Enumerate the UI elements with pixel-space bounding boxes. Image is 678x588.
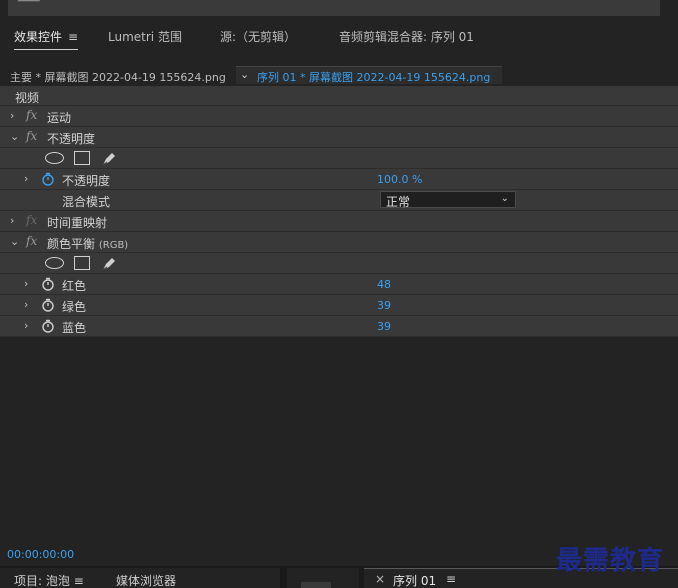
param-row-blue[interactable]: › 蓝色 39 — [0, 316, 678, 337]
upper-panel-icon: ▀▀ — [18, 0, 40, 10]
param-label-red: 红色 — [62, 279, 87, 293]
active-tab-underline — [14, 49, 79, 50]
sequence-clip-label: 序列 01 * 屏幕截图 2022-04-19 155624.png — [257, 71, 491, 84]
chevron-down-icon[interactable]: ⌄ — [10, 235, 19, 248]
effect-row-time-remap[interactable]: › fx 时间重映射 — [0, 211, 678, 232]
effect-label-opacity: 不透明度 — [47, 132, 96, 146]
master-clip-label[interactable]: 主要 * 屏幕截图 2022-04-19 155624.png — [10, 69, 226, 85]
chevron-right-icon[interactable]: › — [10, 214, 14, 227]
tab-menu-icon[interactable]: ≡ — [68, 30, 78, 44]
stopwatch-icon[interactable] — [41, 172, 55, 186]
stopwatch-icon[interactable] — [41, 277, 55, 291]
tab-project[interactable]: 项目: 泡泡 ≡ — [14, 572, 84, 588]
video-section-label: 视频 — [15, 91, 40, 105]
fx-toggle-icon[interactable]: fx — [26, 108, 37, 122]
color-balance-name: 颜色平衡 — [47, 237, 96, 251]
pen-mask-icon[interactable] — [100, 255, 118, 273]
effect-row-opacity[interactable]: ⌄ fx 不透明度 — [0, 127, 678, 148]
effect-label-color-balance: 颜色平衡 (RGB) — [47, 235, 128, 252]
tab-project-label: 项目: 泡泡 — [14, 574, 70, 588]
tab-media-browser[interactable]: 媒体浏览器 — [116, 572, 176, 588]
chevron-down-icon[interactable]: ⌄ — [240, 68, 249, 81]
upper-panel — [8, 0, 660, 16]
blend-mode-select[interactable]: 正常 ⌄ — [380, 191, 516, 209]
param-label-opacity: 不透明度 — [62, 174, 111, 188]
blend-mode-value: 正常 — [386, 195, 411, 209]
close-icon[interactable]: × — [375, 572, 385, 586]
mask-tools-color-balance — [0, 253, 678, 274]
chevron-right-icon[interactable]: › — [24, 172, 28, 185]
tools-panel-handle — [301, 582, 331, 588]
tab-lumetri-label: Lumetri 范围 — [108, 30, 182, 44]
sequence-menu-icon[interactable]: ≡ — [446, 572, 456, 586]
tab-audio-clip-mixer[interactable]: 音频剪辑混合器: 序列 01 — [339, 28, 474, 45]
sequence-clip-tab[interactable]: ⌄ 序列 01 * 屏幕截图 2022-04-19 155624.png — [236, 66, 502, 84]
param-label-green: 绿色 — [62, 300, 87, 314]
chevron-right-icon[interactable]: › — [24, 298, 28, 311]
stopwatch-icon[interactable] — [41, 319, 55, 333]
panel-tab-bar: 效果控件 ≡ Lumetri 范围 源:（无剪辑） 音频剪辑混合器: 序列 01 — [0, 20, 678, 58]
param-label-blend-mode: 混合模式 — [62, 195, 111, 209]
color-balance-suffix: (RGB) — [98, 240, 129, 251]
tab-effect-controls-label: 效果控件 — [14, 30, 63, 44]
mask-tools-opacity — [0, 148, 678, 169]
rectangle-mask-icon[interactable] — [74, 151, 90, 165]
timecode-display[interactable]: 00:00:00:00 — [7, 548, 74, 561]
param-label-blue: 蓝色 — [62, 321, 87, 335]
upper-panel-strip: ▀▀ — [0, 0, 678, 20]
pen-mask-icon[interactable] — [100, 150, 118, 168]
watermark-logo: 最需教育 — [556, 546, 665, 576]
ellipse-mask-icon[interactable] — [45, 152, 64, 164]
fx-toggle-icon[interactable]: fx — [26, 234, 37, 248]
fx-toggle-icon[interactable]: fx — [26, 129, 37, 143]
tab-lumetri-scopes[interactable]: Lumetri 范围 — [108, 28, 182, 45]
chevron-right-icon[interactable]: › — [24, 319, 28, 332]
param-row-red[interactable]: › 红色 48 — [0, 274, 678, 295]
rectangle-mask-icon[interactable] — [74, 256, 90, 270]
tab-effect-controls[interactable]: 效果控件 ≡ — [14, 28, 79, 50]
effect-label-motion: 运动 — [47, 111, 72, 125]
chevron-down-icon[interactable]: ⌄ — [10, 130, 19, 143]
effect-row-color-balance[interactable]: ⌄ fx 颜色平衡 (RGB) — [0, 232, 678, 253]
tab-source[interactable]: 源:（无剪辑） — [220, 28, 296, 45]
tools-panel — [287, 568, 359, 588]
video-section-header: 视频 — [0, 86, 678, 106]
project-menu-icon[interactable]: ≡ — [74, 574, 84, 588]
stopwatch-icon[interactable] — [41, 298, 55, 312]
param-row-opacity[interactable]: › 不透明度 100.0 % — [0, 169, 678, 190]
effect-label-time-remap: 时间重映射 — [47, 216, 108, 230]
tab-source-label: 源:（无剪辑） — [220, 30, 297, 44]
param-row-blend-mode: 混合模式 正常 ⌄ — [0, 190, 678, 211]
param-row-green[interactable]: › 绿色 39 — [0, 295, 678, 316]
chevron-right-icon[interactable]: › — [24, 277, 28, 290]
chevron-down-icon: ⌄ — [500, 193, 509, 204]
red-value[interactable]: 48 — [377, 278, 391, 291]
fx-toggle-icon: fx — [26, 213, 38, 227]
tab-audio-mixer-label: 音频剪辑混合器: 序列 01 — [339, 30, 474, 44]
effect-row-motion[interactable]: › fx 运动 — [0, 106, 678, 127]
blue-value[interactable]: 39 — [377, 320, 391, 333]
green-value[interactable]: 39 — [377, 299, 391, 312]
opacity-value[interactable]: 100.0 % — [377, 173, 422, 186]
tab-sequence[interactable]: 序列 01 — [393, 572, 436, 588]
clip-selector-bar: 主要 * 屏幕截图 2022-04-19 155624.png ⌄ 序列 01 … — [0, 64, 678, 86]
chevron-right-icon[interactable]: › — [10, 109, 14, 122]
ellipse-mask-icon[interactable] — [45, 257, 64, 269]
